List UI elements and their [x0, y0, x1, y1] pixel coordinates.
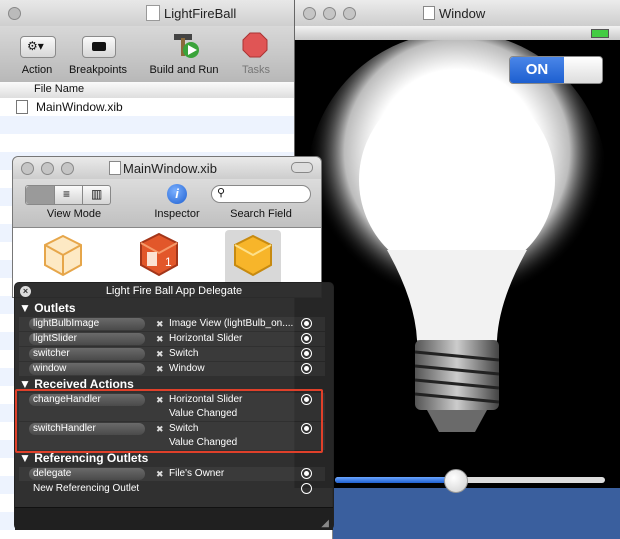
connections-panel: × Light Fire Ball App Delegate ▼ Outlets… [14, 282, 334, 530]
document-icon [109, 161, 121, 175]
list-view-icon[interactable]: ≡ [54, 186, 83, 204]
breakpoints-button[interactable] [82, 36, 116, 58]
new-connection-dot-icon[interactable] [301, 483, 312, 494]
connection-dot-icon[interactable] [301, 468, 312, 479]
view-mode-label: View Mode [46, 208, 102, 220]
tasks-button[interactable] [242, 32, 268, 58]
info-icon[interactable]: i [167, 184, 187, 204]
hammer-play-icon [174, 34, 199, 58]
placeholder-cube-icon[interactable] [41, 232, 85, 280]
toolbar-toggle-button[interactable] [291, 162, 313, 173]
search-icon: ⚲ [217, 187, 226, 199]
stop-sign-icon [242, 32, 268, 58]
zoom-window-button[interactable] [343, 7, 356, 20]
file-list-row[interactable]: MainWindow.xib [0, 98, 332, 116]
close-window-button[interactable] [8, 7, 21, 20]
icon-view-icon[interactable] [26, 186, 54, 204]
outlet-target: Image View (lightBulb_on.... [169, 318, 294, 329]
build-and-run-label: Build and Run [149, 64, 219, 76]
outlet-target: Switch [169, 348, 199, 359]
project-icon [146, 5, 160, 21]
close-window-button[interactable] [21, 162, 34, 175]
outlets-section[interactable]: ▼ Outlets [19, 301, 76, 315]
outlet-target: Window [169, 363, 205, 374]
connection-dot-icon[interactable] [301, 333, 312, 344]
action-label: Action [21, 64, 53, 76]
file-name-column-header: File Name [34, 83, 85, 95]
document-icon [423, 6, 435, 20]
breakpoint-icon [92, 42, 106, 51]
search-input[interactable]: ⚲ [211, 185, 311, 203]
disconnect-icon[interactable]: ✖ [156, 349, 164, 360]
disconnect-icon[interactable]: ✖ [156, 334, 164, 345]
window-titlebar: Window [295, 0, 620, 27]
referencing-outlets-header: Referencing Outlets [34, 451, 149, 465]
outlet-name[interactable]: lightSlider [29, 333, 145, 345]
column-view-icon[interactable]: ▥ [82, 186, 111, 204]
connection-dot-icon[interactable] [301, 348, 312, 359]
highlight-box [15, 389, 323, 453]
panel-footer: ◢ [15, 507, 333, 530]
xib-file-icon [16, 100, 28, 114]
new-referencing-outlet: New Referencing Outlet [33, 483, 140, 494]
connection-dot-icon[interactable] [301, 363, 312, 374]
on-off-switch[interactable]: ON [509, 56, 603, 84]
slider-fill [335, 477, 455, 483]
file-name: MainWindow.xib [36, 100, 123, 114]
window-title: LightFireBall [164, 6, 237, 21]
window-title: MainWindow.xib [123, 161, 217, 176]
action-button[interactable]: ⚙▾ [20, 36, 56, 58]
file-owner-cube-icon[interactable]: 1 [137, 230, 181, 280]
tasks-label: Tasks [241, 64, 271, 76]
disconnect-icon[interactable]: ✖ [156, 319, 164, 330]
resize-grip-icon[interactable]: ◢ [321, 518, 329, 529]
minimize-window-button[interactable] [323, 7, 336, 20]
outlet-name[interactable]: window [29, 363, 145, 375]
xib-document-window: MainWindow.xib ≡ ▥ View Mode i Inspector… [12, 156, 322, 298]
minimize-window-button[interactable] [41, 162, 54, 175]
view-mode-control[interactable]: ≡ ▥ [25, 185, 111, 205]
xcode-toolbar: ⚙▾ Action Breakpoints Build and Run Task… [0, 26, 332, 83]
status-bar [295, 26, 620, 40]
referencing-outlet-name[interactable]: delegate [29, 468, 145, 480]
referencing-outlets-section[interactable]: ▼ Referencing Outlets [19, 451, 148, 465]
build-and-run-button[interactable] [170, 30, 200, 60]
search-field-label: Search Field [230, 208, 292, 220]
inspector-label: Inspector [154, 208, 200, 220]
app-delegate-cube-icon[interactable] [231, 232, 275, 280]
disconnect-icon[interactable]: ✖ [156, 469, 164, 480]
slider-thumb[interactable] [444, 469, 468, 493]
outlet-name[interactable]: lightBulbImage [29, 318, 145, 330]
outlet-name[interactable]: switcher [29, 348, 145, 360]
close-window-button[interactable] [303, 7, 316, 20]
xib-titlebar: MainWindow.xib [13, 157, 321, 179]
zoom-window-button[interactable] [61, 162, 74, 175]
xcode-titlebar: LightFireBall [0, 0, 332, 26]
outlets-header: Outlets [34, 301, 76, 315]
referencing-outlet-target: File's Owner [169, 468, 225, 479]
disconnect-icon[interactable]: ✖ [156, 364, 164, 375]
breakpoints-label: Breakpoints [68, 64, 128, 76]
file-list-header[interactable]: File Name [0, 82, 332, 99]
switch-knob[interactable] [564, 57, 602, 83]
simulator-window: Window ON [294, 0, 620, 493]
switch-on-label: ON [510, 57, 564, 83]
panel-title: Light Fire Ball App Delegate [105, 285, 243, 297]
light-bulb-image [307, 40, 607, 432]
window-title: Window [439, 6, 486, 21]
svg-text:1: 1 [165, 255, 172, 269]
outlet-target: Horizontal Slider [169, 333, 243, 344]
gear-icon: ⚙▾ [27, 39, 44, 53]
connection-dot-icon[interactable] [301, 318, 312, 329]
battery-icon [591, 29, 609, 38]
xib-toolbar: ≡ ▥ View Mode i Inspector ⚲ Search Field [13, 179, 321, 228]
